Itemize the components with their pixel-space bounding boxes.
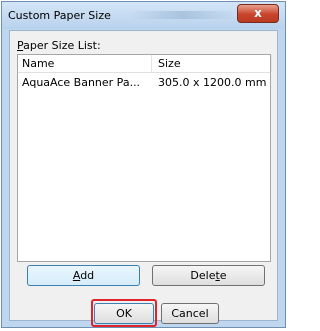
- list-item[interactable]: AquaAce Banner Pa... 305.0 x 1200.0 mm: [18, 74, 270, 91]
- label-text: aper Size List:: [23, 39, 101, 52]
- close-button[interactable]: x: [237, 4, 279, 23]
- column-header-name[interactable]: Name: [22, 57, 54, 70]
- paper-size-list-label: Paper Size List:: [17, 39, 101, 52]
- row-size: 305.0 x 1200.0 mm: [158, 76, 267, 89]
- add-label: dd: [80, 269, 95, 282]
- custom-paper-size-dialog: Custom Paper Size x Paper Size List: Nam…: [1, 1, 286, 328]
- paper-size-list[interactable]: Name Size AquaAce Banner Pa... 305.0 x 1…: [17, 54, 272, 262]
- dialog-title: Custom Paper Size: [8, 9, 111, 22]
- delete-label-start: Dele: [190, 269, 216, 282]
- add-button[interactable]: Add: [27, 265, 140, 286]
- close-icon: x: [254, 6, 262, 20]
- dialog-client-area: Paper Size List: Name Size AquaAce Banne…: [9, 30, 278, 327]
- column-divider[interactable]: [271, 55, 272, 72]
- ok-button[interactable]: OK: [94, 303, 154, 324]
- row-name: AquaAce Banner Pa...: [22, 76, 141, 89]
- title-bar[interactable]: Custom Paper Size x: [2, 2, 285, 29]
- column-divider[interactable]: [151, 55, 152, 72]
- cancel-button[interactable]: Cancel: [161, 303, 219, 324]
- blurred-title-area: [128, 11, 238, 19]
- delete-label-end: e: [219, 269, 227, 282]
- delete-button[interactable]: Delete: [152, 265, 265, 286]
- column-header-size[interactable]: Size: [158, 57, 181, 70]
- list-header: Name Size: [18, 55, 272, 73]
